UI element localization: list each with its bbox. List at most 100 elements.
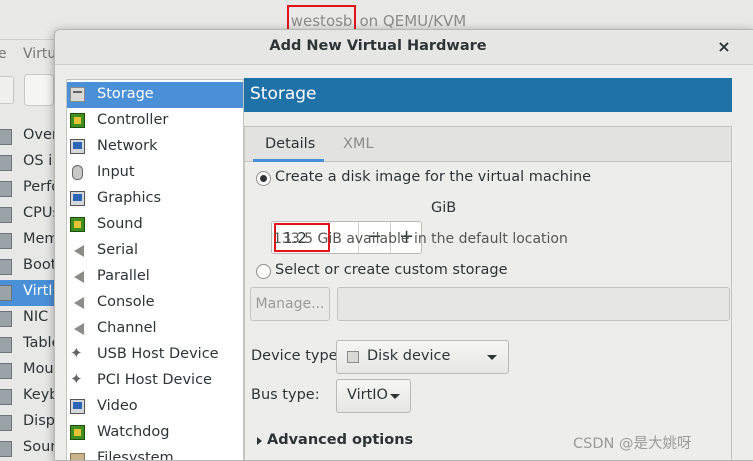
- pane-header: Storage: [244, 78, 732, 112]
- custom-storage-radio[interactable]: [256, 264, 271, 279]
- disk-icon: [70, 87, 85, 102]
- main-sidebar-item[interactable]: Keyb: [0, 384, 60, 410]
- chevron-down-icon: [390, 394, 400, 399]
- plug-icon: [70, 243, 85, 258]
- plug-icon: [70, 321, 85, 336]
- menu-item-edit[interactable]: e: [0, 46, 7, 62]
- hardware-item-label: Parallel: [97, 268, 150, 284]
- create-disk-radio[interactable]: [256, 171, 271, 186]
- hardware-icon: [0, 181, 12, 197]
- tab-xml[interactable]: XML: [343, 136, 374, 152]
- chevron-right-icon[interactable]: [257, 437, 262, 445]
- hardware-item-video[interactable]: Video: [67, 394, 243, 420]
- hardware-item-label: Watchdog: [97, 424, 170, 440]
- plug-icon: [70, 269, 85, 284]
- console-button[interactable]: [0, 76, 14, 104]
- disk-size-unit: GiB: [431, 200, 457, 216]
- hardware-icon: [0, 129, 12, 145]
- hardware-item-label: Sound: [97, 216, 143, 232]
- device-type-label: Device type:: [251, 348, 343, 364]
- main-sidebar-item[interactable]: CPUs: [0, 202, 60, 228]
- hardware-item-graphics[interactable]: Graphics: [67, 186, 243, 212]
- hardware-icon: [0, 415, 12, 431]
- folder-icon: [70, 453, 85, 460]
- bus-type-dropdown[interactable]: VirtIO: [336, 379, 411, 413]
- hardware-icon: [0, 441, 12, 457]
- hardware-item-channel[interactable]: Channel: [67, 316, 243, 342]
- advanced-options-expander[interactable]: Advanced options: [267, 432, 413, 448]
- hardware-item-label: Storage: [97, 86, 154, 102]
- main-sidebar-item[interactable]: Boot: [0, 254, 60, 280]
- hardware-icon: [0, 233, 12, 249]
- device-type-dropdown[interactable]: Disk device: [336, 340, 509, 374]
- hardware-item-label: Controller: [97, 112, 169, 128]
- hardware-item-serial[interactable]: Serial: [67, 238, 243, 264]
- hardware-item-network[interactable]: Network: [67, 134, 243, 160]
- hardware-item-sound[interactable]: Sound: [67, 212, 243, 238]
- usb-icon: [70, 344, 85, 362]
- hardware-icon: [0, 311, 12, 327]
- custom-storage-label: Select or create custom storage: [275, 262, 508, 278]
- details-button[interactable]: [24, 74, 54, 106]
- hardware-type-list: Storage Controller Network Input Graphics Sou…: [66, 79, 244, 461]
- hardware-icon: [0, 285, 12, 301]
- hardware-icon: [0, 155, 12, 171]
- available-space-text: 133.5 GiB available in the default locat…: [273, 231, 568, 247]
- device-type-value: Disk device: [367, 348, 451, 364]
- main-sidebar-item-label: Sour: [23, 439, 57, 455]
- menu-item-virtual-machine[interactable]: Virtu: [23, 46, 56, 62]
- hardware-item-filesystem[interactable]: Filesystem: [67, 446, 243, 461]
- hardware-icon: [0, 337, 12, 353]
- hardware-item-label: Filesystem: [97, 450, 174, 461]
- hardware-item-label: Network: [97, 138, 158, 154]
- hardware-icon: [0, 207, 12, 223]
- usb-icon: [70, 370, 85, 388]
- hardware-item-label: USB Host Device: [97, 346, 219, 362]
- hardware-item-controller[interactable]: Controller: [67, 108, 243, 134]
- chip-icon: [70, 217, 85, 232]
- close-icon[interactable]: ×: [715, 38, 733, 56]
- main-sidebar-item[interactable]: Sour: [0, 436, 60, 461]
- hardware-item-label: Console: [97, 294, 155, 310]
- hardware-item-label: PCI Host Device: [97, 372, 212, 388]
- dialog-title: Add New Virtual Hardware: [269, 38, 487, 54]
- hardware-icon: [0, 259, 12, 275]
- hardware-item-storage[interactable]: Storage: [67, 82, 243, 108]
- hardware-item-watchdog[interactable]: Watchdog: [67, 420, 243, 446]
- plug-icon: [70, 295, 85, 310]
- main-window-title: westosb on QEMU/KVM: [0, 5, 753, 37]
- monitor-icon: [70, 399, 85, 414]
- disk-icon: [347, 351, 359, 363]
- main-sidebar-item-label: Over: [23, 127, 58, 143]
- main-sidebar-item[interactable]: Displ: [0, 410, 60, 436]
- dialog-header: Add New Virtual Hardware ×: [55, 30, 753, 65]
- hardware-item-parallel[interactable]: Parallel: [67, 264, 243, 290]
- main-sidebar-item[interactable]: OS i: [0, 150, 60, 176]
- watermark: CSDN @是大姚呀: [573, 436, 692, 452]
- manage-button[interactable]: Manage...: [250, 287, 330, 321]
- tab-details[interactable]: Details: [265, 136, 315, 152]
- chevron-down-icon: [487, 355, 497, 360]
- main-sidebar-item[interactable]: Mous: [0, 358, 61, 384]
- hardware-item-input[interactable]: Input: [67, 160, 243, 186]
- main-sidebar-item-label: NIC: [23, 309, 49, 325]
- main-sidebar-item[interactable]: NIC: [0, 306, 60, 332]
- main-sidebar-item-label: OS i: [23, 153, 53, 169]
- main-sidebar-item[interactable]: Over: [0, 124, 60, 150]
- main-sidebar-item[interactable]: Perfo: [0, 176, 60, 202]
- hardware-item-pci-host-device[interactable]: PCI Host Device: [67, 368, 243, 394]
- hardware-item-label: Serial: [97, 242, 139, 258]
- hardware-item-usb-host-device[interactable]: USB Host Device: [67, 342, 243, 368]
- active-tab-indicator: [253, 159, 324, 162]
- hardware-icon: [0, 363, 12, 379]
- main-sidebar-item[interactable]: Table: [0, 332, 61, 358]
- main-sidebar-item[interactable]: VirtI: [0, 280, 60, 306]
- main-sidebar-item[interactable]: Mem: [0, 228, 60, 254]
- hardware-item-label: Graphics: [97, 190, 162, 206]
- hardware-item-console[interactable]: Console: [67, 290, 243, 316]
- hardware-item-label: Input: [97, 164, 135, 180]
- tab-bar: Details XML: [245, 127, 731, 162]
- custom-storage-path-input[interactable]: [337, 287, 730, 321]
- create-disk-label: Create a disk image for the virtual mach…: [275, 169, 592, 185]
- chip-icon: [70, 425, 85, 440]
